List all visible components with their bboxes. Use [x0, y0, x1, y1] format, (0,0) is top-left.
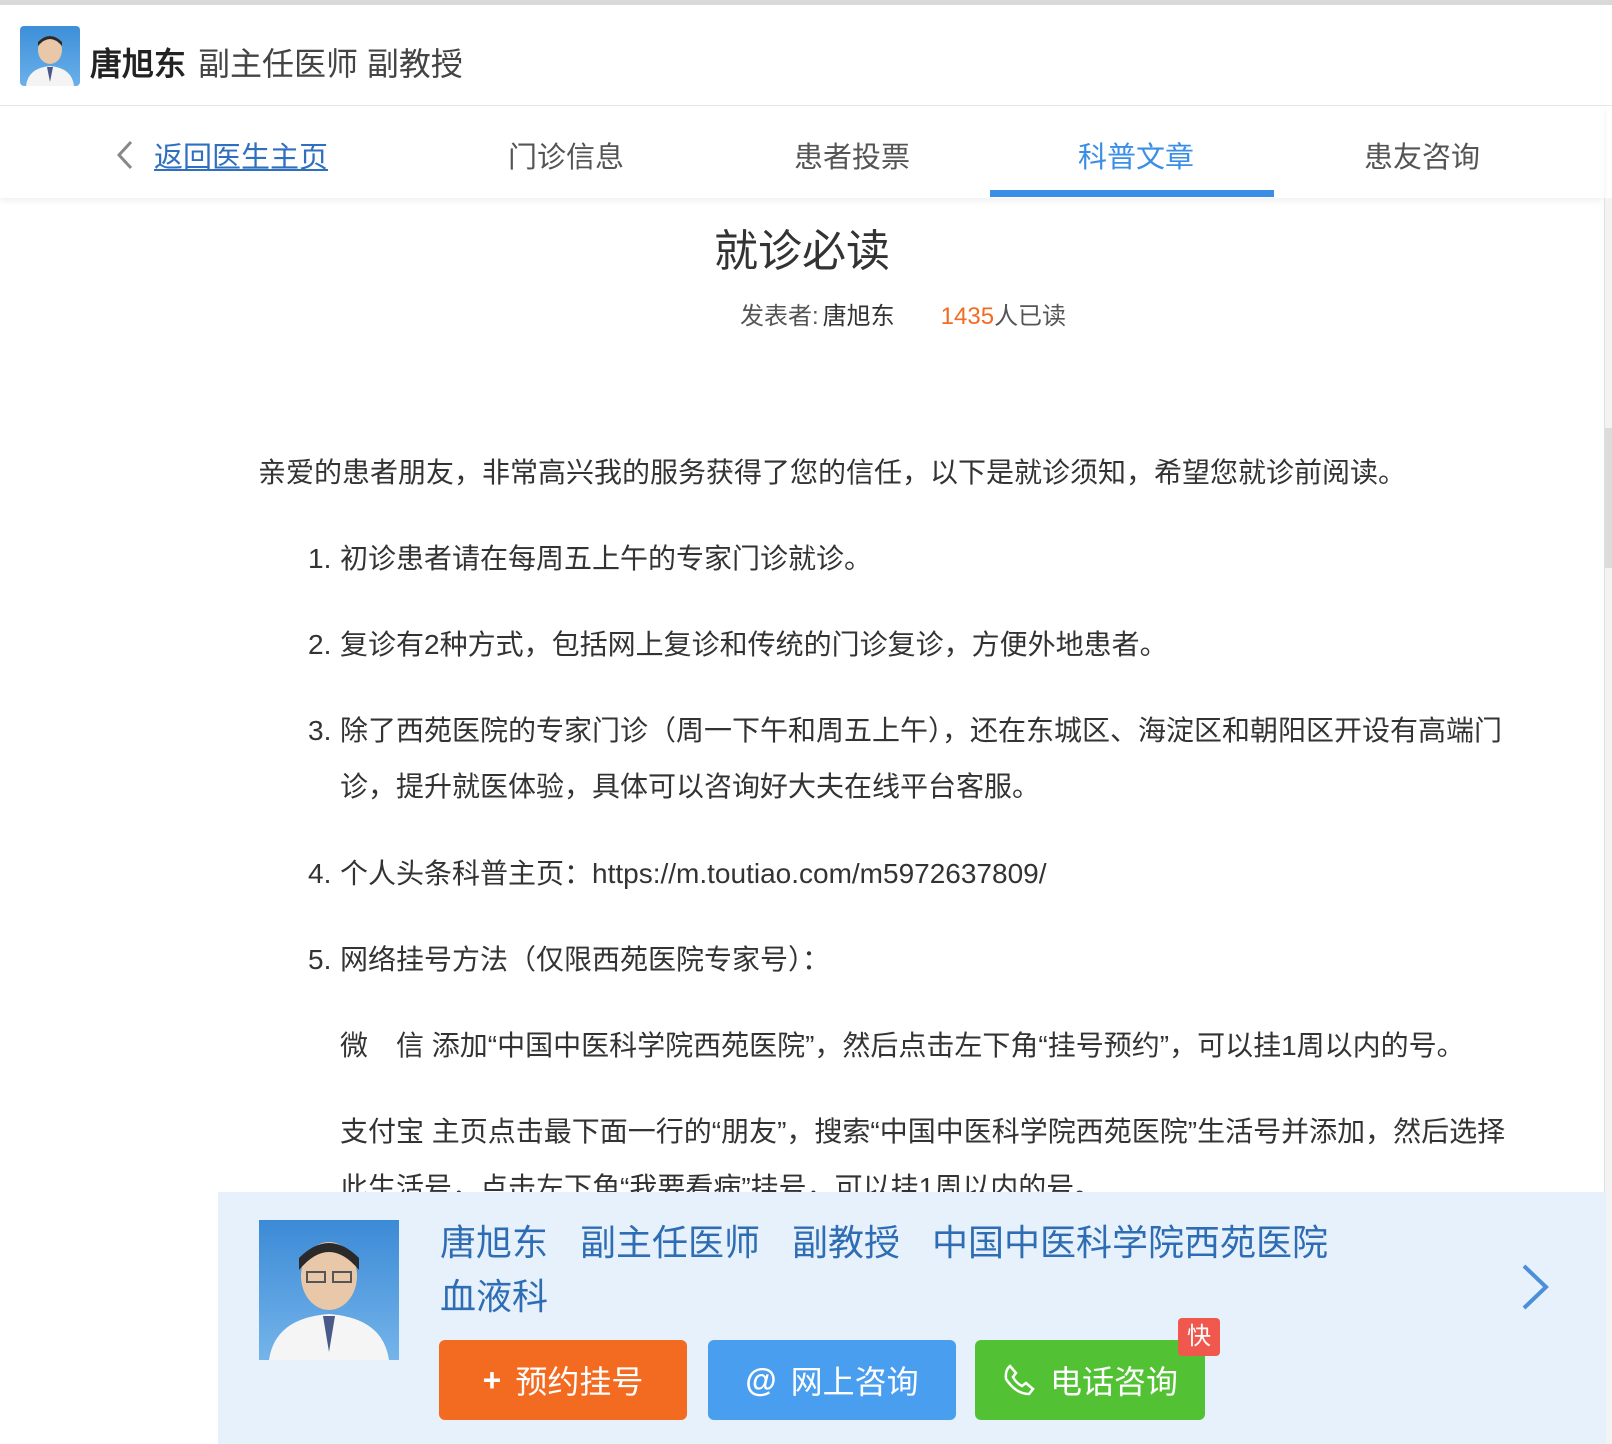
card-doctor-title: 副主任医师	[580, 1222, 761, 1263]
read-suffix: 人已读	[994, 303, 1067, 330]
author-name: 唐旭东	[822, 303, 895, 330]
fast-badge: 快	[1178, 1318, 1220, 1356]
wechat-instruction: 微 信 添加“中国中医科学院西苑医院”，然后点击左下角“挂号预约”，可以挂1周以…	[340, 1030, 1465, 1061]
tab-nav: 返回医生主页 门诊信息 患者投票 科普文章 患友咨询	[0, 106, 1604, 198]
online-consult-button[interactable]: @ 网上咨询	[708, 1340, 956, 1420]
article-intro: 亲爱的患者朋友，非常高兴我的服务获得了您的信任，以下是就诊须知，希望您就诊前阅读…	[258, 457, 1407, 488]
alipay-instruction: 支付宝 主页点击最下面一行的“朋友”，搜索“中国中医科学院西苑医院”生活号并添加…	[340, 1116, 1506, 1147]
plus-icon: +	[482, 1361, 502, 1398]
author-label: 发表者:	[740, 303, 819, 330]
phone-consult-button[interactable]: 电话咨询	[975, 1340, 1205, 1420]
scrollbar-thumb[interactable]	[1605, 428, 1612, 568]
doctor-name: 唐旭东	[90, 46, 187, 82]
card-doctor-name: 唐旭东	[440, 1222, 549, 1263]
article-title: 就诊必读	[714, 227, 890, 276]
list-item: 3. 除了西苑医院的专家门诊（周一下午和周五上午），还在东城区、海淀区和朝阳区开设…	[308, 715, 1503, 746]
doctor-card[interactable]: 唐旭东 副主任医师 副教授 中国中医科学院西苑医院 血液科 + 预约挂号 @ 网上咨询 电…	[218, 1192, 1606, 1444]
doctor-portrait-icon	[269, 1242, 389, 1360]
list-item: 4. 个人头条科普主页：https://m.toutiao.com/m597263…	[308, 858, 1047, 889]
tab-clinic-info[interactable]: 门诊信息	[508, 134, 624, 176]
active-tab-indicator	[990, 190, 1274, 197]
tab-articles[interactable]: 科普文章	[1078, 134, 1194, 176]
doctor-card-info[interactable]: 唐旭东 副主任医师 副教授 中国中医科学院西苑医院 血液科	[440, 1216, 1360, 1324]
article-meta: 发表者: 唐旭东 1435人已读	[740, 296, 1066, 331]
tab-patient-votes[interactable]: 患者投票	[794, 134, 910, 176]
tab-patient-consult[interactable]: 患友咨询	[1364, 134, 1480, 176]
card-hospital: 中国中医科学院西苑医院	[932, 1222, 1329, 1263]
book-appointment-button[interactable]: + 预约挂号	[439, 1340, 687, 1420]
card-department: 血液科	[440, 1276, 549, 1317]
back-to-doctor-home-link[interactable]: 返回医生主页	[154, 134, 328, 176]
list-item-continuation: 诊，提升就医体验，具体可以咨询好大夫在线平台客服。	[340, 771, 1041, 802]
list-item: 5. 网络挂号方法（仅限西苑医院专家号）：	[308, 944, 831, 975]
doctor-header: 唐旭东 副主任医师 副教授	[0, 5, 1612, 106]
list-item: 2. 复诊有2种方式，包括网上复诊和传统的门诊复诊，方便外地患者。	[308, 629, 1168, 660]
list-item: 1. 初诊患者请在每周五上午的专家门诊就诊。	[308, 543, 873, 574]
card-doctor-rank: 副教授	[792, 1222, 901, 1263]
chevron-left-icon[interactable]	[117, 140, 133, 170]
phone-icon	[1004, 1364, 1035, 1396]
doctor-photo[interactable]	[259, 1220, 399, 1360]
chevron-right-icon[interactable]	[1520, 1262, 1550, 1312]
avatar[interactable]	[20, 26, 80, 86]
doctor-photo-icon	[26, 36, 74, 86]
read-count: 1435	[940, 303, 995, 330]
doctor-title: 副主任医师 副教授	[198, 46, 463, 82]
at-icon: @	[745, 1361, 777, 1398]
